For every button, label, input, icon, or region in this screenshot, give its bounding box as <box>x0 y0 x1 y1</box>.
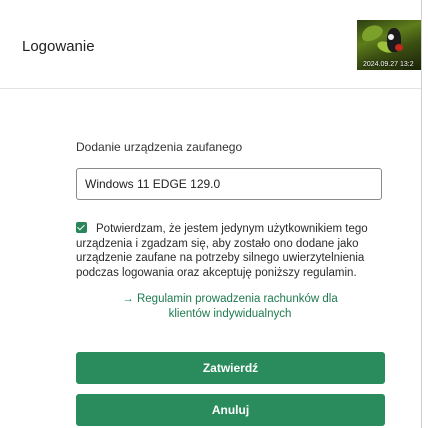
regulamin-link[interactable]: → Regulamin prowadzenia rachunków dla kl… <box>100 292 360 322</box>
consent-checkbox[interactable] <box>76 222 87 233</box>
confirm-button[interactable]: Zatwierdź <box>76 352 385 384</box>
security-image-timestamp: 2024.09.27 13:2 <box>363 61 414 68</box>
arrow-right-icon: → <box>122 293 134 305</box>
device-name-label: Dodanie urządzenia zaufanego <box>76 140 243 154</box>
bird-cheek-shape <box>388 34 394 40</box>
login-panel: Logowanie 2024.09.27 13:2 Dodanie urządz… <box>0 0 422 428</box>
consent-text: Potwierdzam, że jestem jedynym użytkowni… <box>76 223 368 279</box>
cancel-button[interactable]: Anuluj <box>76 394 385 426</box>
panel-header: Logowanie 2024.09.27 13:2 <box>0 0 421 89</box>
device-name-input[interactable] <box>76 168 382 200</box>
bird-belly-shape <box>395 44 403 51</box>
security-image: 2024.09.27 13:2 <box>357 20 421 70</box>
regulamin-link-text: Regulamin prowadzenia rachunków dla klie… <box>136 293 338 320</box>
page-title: Logowanie <box>22 38 95 55</box>
consent-block: Potwierdzam, że jestem jedynym użytkowni… <box>76 222 376 280</box>
